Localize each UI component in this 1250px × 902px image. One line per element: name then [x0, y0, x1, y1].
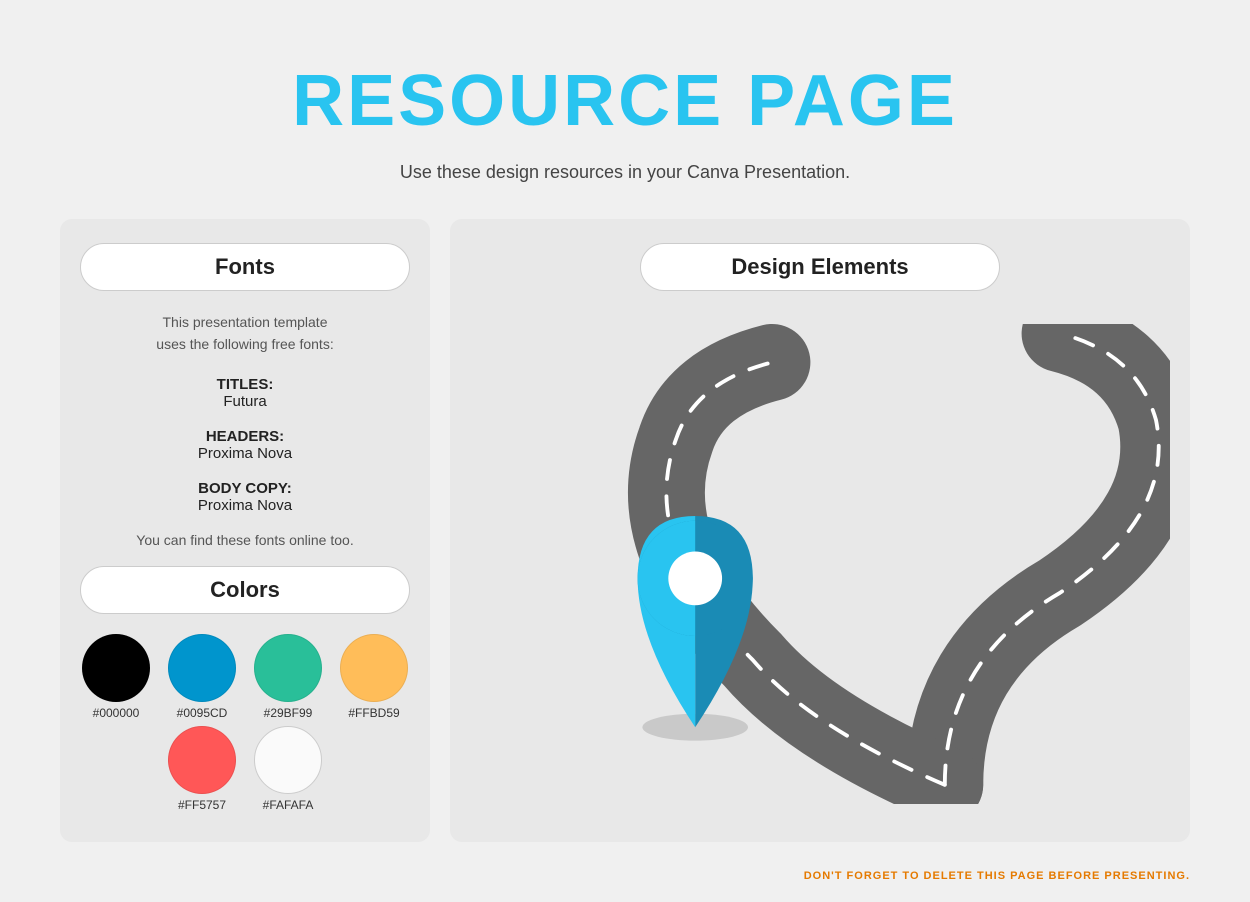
color-circle [82, 634, 150, 702]
left-panel: Fonts This presentation template uses th… [60, 219, 430, 842]
color-hex-label: #0095CD [177, 706, 228, 720]
color-swatches-row-2: #FF5757 #FAFAFA [80, 726, 410, 812]
color-hex-label: #FFBD59 [348, 706, 399, 720]
panels-row: Fonts This presentation template uses th… [60, 219, 1190, 842]
color-swatches-row-1: #000000 #0095CD #29BF99 #FFBD59 [80, 634, 410, 720]
page-title: RESOURCE PAGE [292, 60, 958, 142]
color-swatch: #FF5757 [168, 726, 236, 812]
design-elements-header: Design Elements [640, 243, 1000, 291]
right-panel: Design Elements [450, 219, 1190, 842]
fonts-header: Fonts [80, 243, 410, 291]
color-circle [340, 634, 408, 702]
font-name-futura: Futura [80, 393, 410, 410]
fonts-description: This presentation template uses the foll… [80, 311, 410, 356]
color-swatch: #FAFAFA [254, 726, 322, 812]
font-entry-body: BODY COPY: Proxima Nova [80, 480, 410, 514]
font-name-proxima-headers: Proxima Nova [80, 445, 410, 462]
design-elements-area [470, 311, 1170, 818]
font-label-body: BODY COPY: [80, 480, 410, 497]
font-online-note: You can find these fonts online too. [80, 532, 410, 548]
color-circle [168, 634, 236, 702]
color-hex-label: #FF5757 [178, 798, 226, 812]
font-label-titles: TITLES: [80, 376, 410, 393]
font-entry-titles: TITLES: Futura [80, 376, 410, 410]
design-illustration [470, 324, 1170, 804]
color-hex-label: #000000 [93, 706, 140, 720]
colors-section: Colors #000000 #0095CD #29BF99 #FFBD59 #FF5… [80, 566, 410, 812]
font-label-headers: HEADERS: [80, 428, 410, 445]
color-hex-label: #FAFAFA [263, 798, 314, 812]
page-subtitle: Use these design resources in your Canva… [400, 162, 850, 183]
color-swatch: #000000 [82, 634, 150, 720]
color-swatch: #FFBD59 [340, 634, 408, 720]
font-name-proxima-body: Proxima Nova [80, 497, 410, 514]
page-wrapper: RESOURCE PAGE Use these design resources… [0, 0, 1250, 902]
color-swatch: #29BF99 [254, 634, 322, 720]
color-circle [254, 726, 322, 794]
footer-warning: DON'T FORGET TO DELETE THIS PAGE BEFORE … [804, 870, 1190, 882]
color-circle [168, 726, 236, 794]
font-entry-headers: HEADERS: Proxima Nova [80, 428, 410, 462]
colors-header: Colors [80, 566, 410, 614]
color-circle [254, 634, 322, 702]
color-swatch: #0095CD [168, 634, 236, 720]
color-hex-label: #29BF99 [264, 706, 313, 720]
